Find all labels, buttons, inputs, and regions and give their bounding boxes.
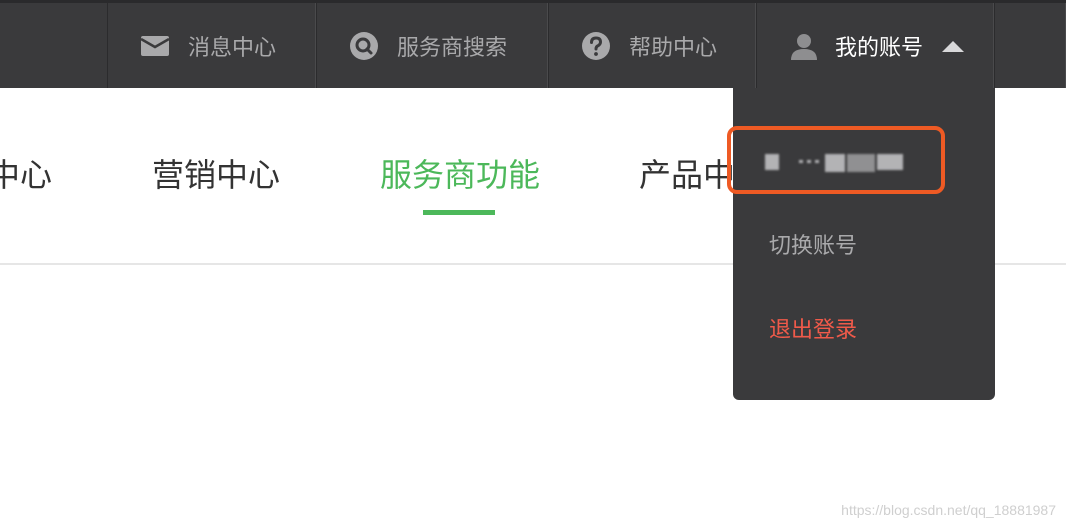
nav-tab-center[interactable]: 中心 bbox=[0, 150, 52, 196]
topbar-my-account-label: 我的账号 bbox=[835, 35, 924, 61]
topbar-my-account[interactable]: 我的账号 bbox=[756, 3, 994, 88]
topbar-help-label: 帮助中心 bbox=[629, 35, 718, 61]
switch-account-item[interactable]: 切换账号 bbox=[769, 228, 857, 260]
active-tab-indicator bbox=[423, 210, 495, 215]
account-dropdown: 切换账号 退出登录 bbox=[727, 88, 995, 400]
logout-item[interactable]: 退出登录 bbox=[769, 312, 857, 344]
nav-tab-products[interactable]: 产品中 bbox=[639, 150, 735, 196]
user-icon bbox=[791, 33, 817, 60]
mail-icon bbox=[140, 35, 170, 56]
nav-tab-provider-functions[interactable]: 服务商功能 bbox=[380, 150, 540, 196]
topbar-spacer bbox=[994, 3, 1066, 88]
search-icon bbox=[350, 31, 378, 60]
caret-up-icon bbox=[942, 40, 965, 52]
topbar-provider-search[interactable]: 服务商搜索 bbox=[316, 3, 548, 88]
watermark: https://blog.csdn.net/qq_18881987 bbox=[841, 502, 1056, 518]
topbar-messages-label: 消息中心 bbox=[188, 35, 277, 61]
help-icon bbox=[582, 31, 610, 60]
topbar-provider-search-label: 服务商搜索 bbox=[397, 35, 508, 61]
annotation-highlight-box bbox=[727, 126, 945, 194]
nav-tab-marketing[interactable]: 营销中心 bbox=[152, 150, 280, 196]
topbar-help[interactable]: 帮助中心 bbox=[548, 3, 756, 88]
top-bar: 消息中心 服务商搜索 帮助中心 我的账号 bbox=[0, 0, 1066, 88]
topbar-messages[interactable]: 消息中心 bbox=[107, 3, 316, 88]
